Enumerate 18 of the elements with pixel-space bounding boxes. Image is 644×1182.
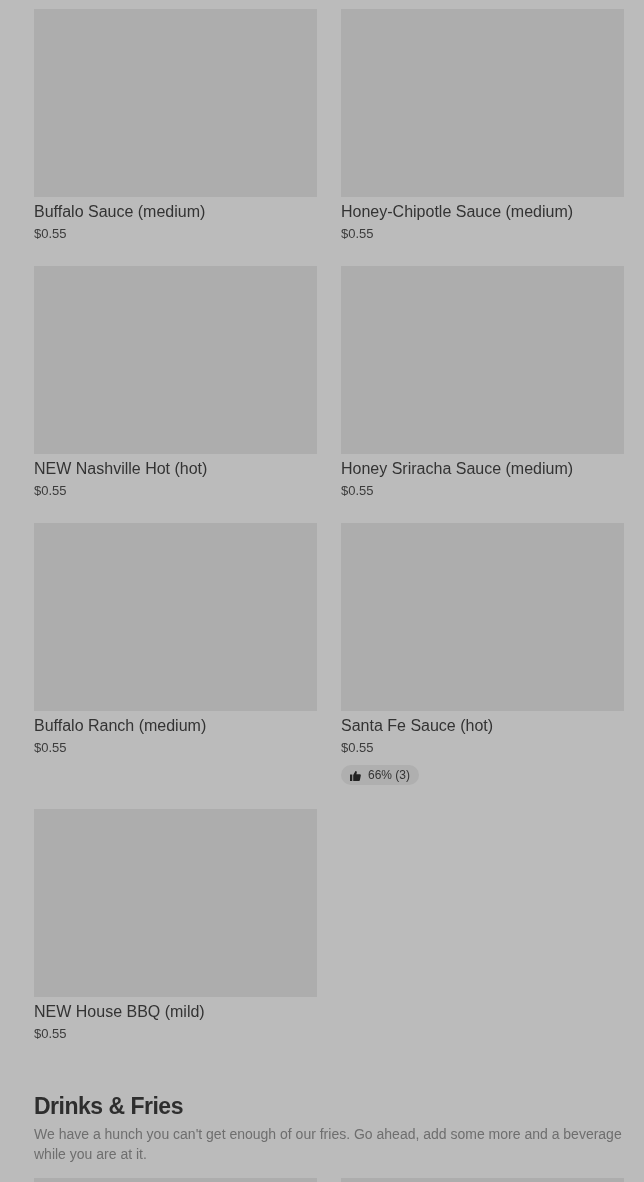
item-price: $0.55 — [341, 483, 374, 499]
item-name[interactable]: Buffalo Sauce (medium) — [34, 202, 206, 222]
item-price: $0.55 — [341, 226, 374, 242]
item-name[interactable]: Honey-Chipotle Sauce (medium) — [341, 202, 574, 222]
item-price: $0.55 — [34, 740, 67, 756]
thumbs-up-icon — [350, 769, 361, 781]
item-name[interactable]: Honey Sriracha Sauce (medium) — [341, 459, 574, 479]
section-description: We have a hunch you can't get enough of our fries. Go ahead, add some more and a beverage while you are at it. — [34, 1125, 623, 1164]
item-name[interactable]: NEW Nashville Hot (hot) — [34, 459, 208, 479]
item-name[interactable]: NEW House BBQ (mild) — [34, 1002, 205, 1022]
item-price: $0.55 — [341, 740, 374, 756]
item-name[interactable]: Buffalo Ranch (medium) — [34, 716, 207, 736]
item-name[interactable]: Santa Fe Sauce (hot) — [341, 716, 494, 736]
section-heading: Drinks & Fries — [34, 1092, 184, 1120]
rating-text: 66% (3) — [368, 768, 411, 782]
item-price: $0.55 — [34, 1026, 67, 1042]
item-price: $0.55 — [34, 226, 67, 242]
item-price: $0.55 — [34, 483, 67, 499]
